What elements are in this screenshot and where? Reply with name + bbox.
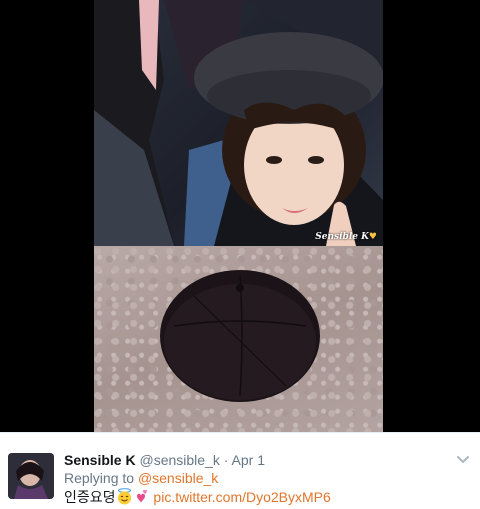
tweet-date[interactable]: Apr 1 [232, 452, 265, 468]
author-line: Sensible K @sensible_k · Apr 1 [64, 452, 265, 469]
replying-to-label: Replying to [64, 470, 135, 486]
media-link[interactable]: pic.twitter.com/Dyo2ByxMP6 [153, 489, 330, 505]
avatar-image [8, 453, 54, 499]
heart-icon: ♥ [368, 232, 377, 242]
selfie-photo[interactable]: Sensible K♥ [94, 0, 383, 246]
chevron-down-icon[interactable] [456, 455, 470, 465]
tweet-text: 인증요뎡 pic.twitter.com/Dyo2ByxMP6 [64, 488, 331, 509]
two-hearts-icon [133, 488, 150, 509]
selfie-photo-illustration [94, 0, 383, 246]
watermark-label: Sensible K♥ [315, 232, 377, 242]
tweet-card: Sensible K @sensible_k · Apr 1 Replying … [0, 432, 480, 508]
beret-photo[interactable] [94, 246, 383, 432]
replying-to: Replying to @sensible_k [64, 470, 218, 487]
handle[interactable]: @sensible_k [139, 452, 219, 468]
tweet-body: 인증요뎡 [64, 489, 116, 505]
beret-photo-illustration [160, 270, 320, 402]
separator: · [223, 452, 229, 468]
media-panel: Sensible K♥ [0, 0, 480, 432]
smiling-face-with-halo-icon [116, 488, 133, 509]
replying-to-mention[interactable]: @sensible_k [138, 470, 218, 486]
display-name[interactable]: Sensible K [64, 452, 136, 468]
avatar[interactable] [8, 453, 54, 499]
